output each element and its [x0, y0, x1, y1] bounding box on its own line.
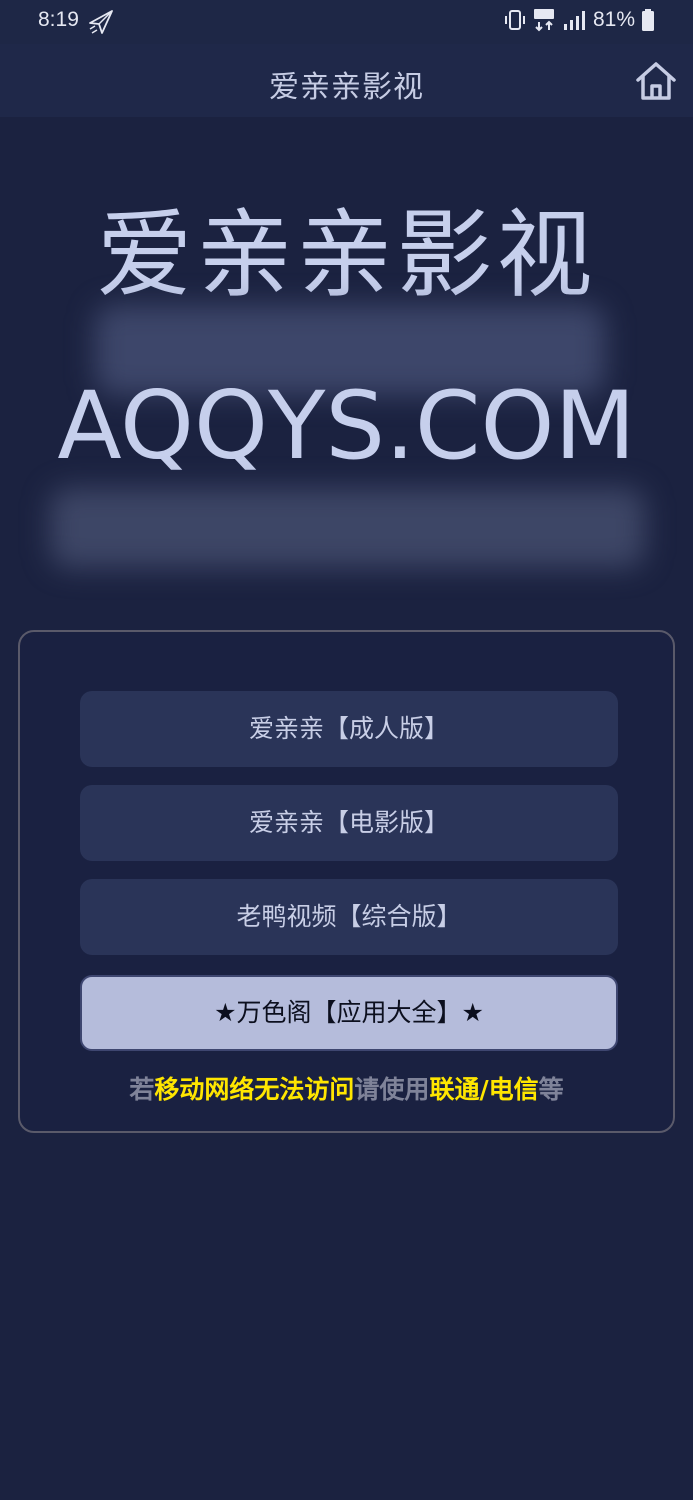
battery-percentage: 81%	[592, 8, 635, 31]
link-button-adult[interactable]: 爱亲亲【成人版】	[80, 691, 618, 767]
status-time: 8:19	[38, 8, 79, 31]
hero-domain: AQQYS.COM	[57, 372, 636, 481]
header-title: 爱亲亲影视	[269, 70, 424, 105]
4g-data-icon	[533, 9, 554, 32]
hero-title: 爱亲亲影视	[96, 199, 597, 311]
network-notice: 若移动网络无法访问请使用联通/电信等	[20, 1070, 673, 1106]
app-header: 爱亲亲影视	[0, 44, 693, 117]
home-icon[interactable]	[633, 58, 679, 104]
notice-part-1: 若	[129, 1075, 155, 1104]
paper-plane-icon	[89, 10, 113, 34]
4g-signal-icon	[563, 11, 585, 30]
notice-part-3: 请使用	[354, 1075, 430, 1104]
link-button-laoya[interactable]: 老鸭视频【综合版】	[80, 879, 618, 955]
hero-domain-reflection	[50, 488, 645, 568]
link-button-apps[interactable]: ★万色阁【应用大全】★	[80, 975, 618, 1051]
status-bar: 8:19 81%	[0, 0, 693, 44]
battery-icon	[642, 9, 654, 31]
notice-part-2: 移动网络无法访问	[154, 1075, 355, 1104]
vibrate-icon	[504, 10, 525, 30]
notice-part-5: 等	[538, 1075, 564, 1104]
link-panel: 爱亲亲【成人版】 爱亲亲【电影版】 老鸭视频【综合版】 ★万色阁【应用大全】★ …	[18, 630, 675, 1133]
status-icons: 81%	[503, 8, 655, 32]
link-button-movie[interactable]: 爱亲亲【电影版】	[80, 785, 618, 861]
notice-part-4: 联通/电信	[429, 1075, 539, 1104]
